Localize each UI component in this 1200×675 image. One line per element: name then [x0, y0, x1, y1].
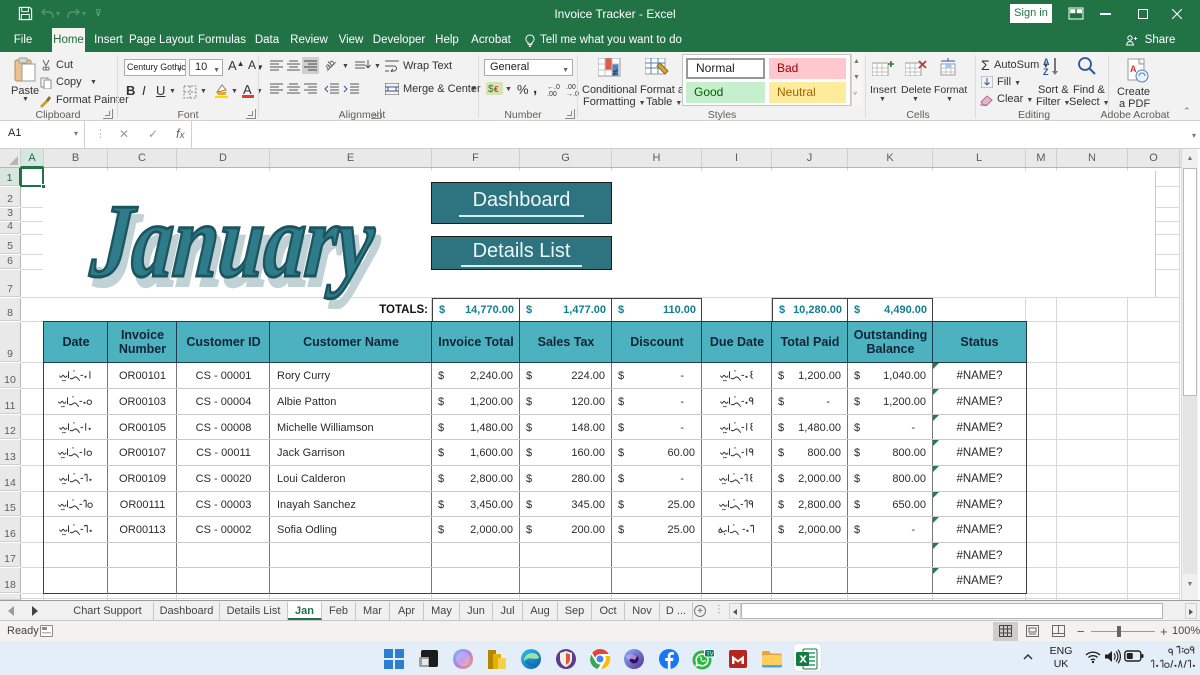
svg-text:←.0: ←.0	[547, 84, 560, 91]
svg-text:A: A	[1043, 57, 1050, 67]
svg-text:.00: .00	[566, 84, 576, 91]
svg-text:≠: ≠	[612, 67, 618, 78]
svg-text:€: €	[494, 85, 499, 94]
svg-text:TV: TV	[706, 651, 713, 657]
svg-text:Z: Z	[1043, 67, 1049, 76]
svg-text:January: January	[86, 184, 379, 299]
svg-text:.00: .00	[547, 91, 557, 96]
svg-text:A: A	[1130, 64, 1137, 74]
svg-text:ab: ab	[325, 58, 337, 72]
